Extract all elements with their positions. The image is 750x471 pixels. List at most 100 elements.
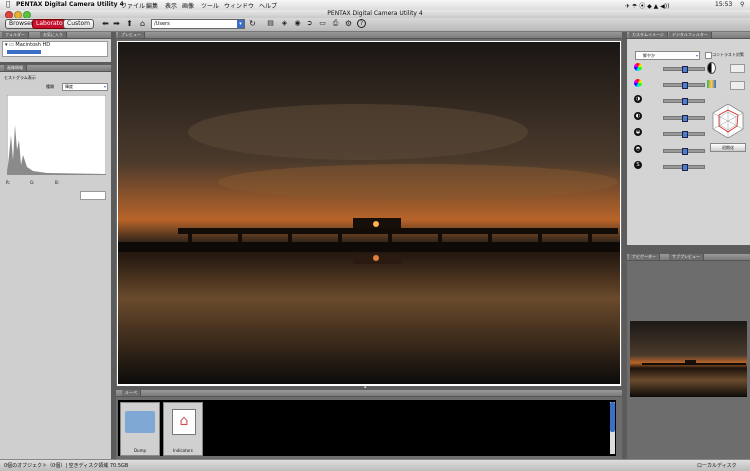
histogram-panel-header: 画像情報: [0, 65, 111, 72]
path-field[interactable]: /Users ▾: [151, 19, 245, 29]
settings-icon[interactable]: ⚙: [344, 19, 353, 28]
chevron-down-icon: ▾: [695, 53, 698, 58]
menu-window[interactable]: ウィンドウ: [224, 1, 254, 10]
status-icons: ✈ ☂ ⦿ ◆ ▲ ◀)): [625, 3, 670, 10]
shadow-slider[interactable]: [663, 148, 705, 155]
saturation-value[interactable]: [730, 64, 745, 73]
navigator-thumbnail[interactable]: [630, 321, 747, 397]
thumbnail-panel: ルーペ Dump ⌂ Indicators: [116, 390, 622, 459]
reset-button[interactable]: 初期化: [710, 143, 746, 152]
preset-value: 鮮やか: [643, 53, 655, 58]
menu-file[interactable]: ファイル: [121, 1, 145, 10]
print-icon[interactable]: ⎙: [331, 19, 340, 28]
contrast-icon: ◐: [634, 112, 642, 120]
highlight-slider[interactable]: [663, 131, 705, 138]
stat-g-label: G:: [30, 180, 35, 185]
window-title: PENTAX Digital Camera Utility 4: [327, 10, 423, 17]
folder-panel-header: フォルダー お気に入り: [0, 32, 111, 39]
folder-panel: フォルダー お気に入り ▾ ▭ Macintosh HD: [0, 32, 111, 62]
histogram-panel: 画像情報 ヒストグラム表示 種類 輝度 ▾ R: G: B:: [0, 65, 111, 459]
tab-favorites[interactable]: お気に入り: [40, 32, 67, 38]
window-titlebar: PENTAX Digital Camera Utility 4: [0, 10, 750, 18]
hue-knob[interactable]: [682, 82, 688, 89]
thumbnail-scrollbar[interactable]: [610, 402, 615, 454]
selected-folder[interactable]: [7, 50, 41, 54]
tab-loupe[interactable]: ルーペ: [122, 390, 141, 396]
tone-icon: [707, 62, 716, 74]
sharpness-slider[interactable]: [663, 164, 705, 171]
hue-slider[interactable]: [663, 82, 705, 89]
tab-folders[interactable]: フォルダー: [2, 32, 29, 38]
folder-tree: ▾ ▭ Macintosh HD: [2, 41, 108, 57]
hue-value[interactable]: [730, 81, 745, 90]
adjust-panel-header: カスタムイメージ デジタルフィルター: [627, 32, 750, 39]
color-bar-icon: [707, 80, 716, 88]
up-arrow-icon[interactable]: ⬆: [125, 19, 134, 28]
contrast-checkbox[interactable]: [705, 52, 712, 59]
next-icon[interactable]: ➲: [305, 19, 314, 28]
highlight-knob[interactable]: [682, 131, 688, 138]
color-swatch: [80, 191, 106, 200]
sharpness-knob[interactable]: [682, 164, 688, 171]
key-slider[interactable]: [663, 98, 705, 105]
stat-b-label: B:: [55, 180, 60, 185]
histogram-title: ヒストグラム表示: [4, 75, 36, 80]
navigator-panel-header: ナビゲーター サブプレビュー: [627, 254, 750, 261]
apple-icon[interactable]: : [6, 0, 10, 8]
radar-chart: [712, 103, 744, 139]
preset-select[interactable]: 鮮やか ▾: [635, 51, 700, 60]
menu-edit[interactable]: 編集: [146, 1, 158, 10]
home-icon[interactable]: ⌂: [138, 19, 147, 28]
folder-item-macintosh-hd[interactable]: ▾ ▭ Macintosh HD: [3, 42, 107, 48]
key-icon: ◑: [634, 95, 642, 103]
preview-panel-header: プレビュー: [116, 32, 622, 39]
tab-sub-preview[interactable]: サブプレビュー: [669, 254, 704, 260]
channel-label: 種類: [46, 84, 54, 89]
clock: 15:53: [715, 1, 733, 8]
tab-custom-image[interactable]: カスタムイメージ: [629, 32, 668, 38]
menu-image[interactable]: 画像: [182, 1, 194, 10]
thumbnail-label: Indicators: [173, 448, 193, 453]
rotate-right-icon[interactable]: ◉: [293, 19, 302, 28]
forward-arrow-icon[interactable]: ➡: [112, 19, 121, 28]
hue-icon: [634, 79, 642, 87]
back-arrow-icon[interactable]: ⬅: [101, 19, 110, 28]
help-icon[interactable]: ?: [357, 19, 366, 28]
menu-tools[interactable]: ツール: [201, 1, 219, 10]
path-dropdown-icon[interactable]: ▾: [237, 20, 244, 28]
shadow-knob[interactable]: [682, 148, 688, 155]
tab-digital-filter[interactable]: デジタルフィルター: [669, 32, 712, 38]
contrast-knob[interactable]: [682, 115, 688, 122]
rotate-left-icon[interactable]: ◈: [280, 19, 289, 28]
saturation-icon: [634, 63, 642, 71]
status-left: 0個のオブジェクト（0個）| 空きディスク領域 70.5GB: [4, 463, 129, 469]
adjust-panel: カスタムイメージ デジタルフィルター 鮮やか ▾ コントラスト対策 ◑ ◐ ◒ …: [627, 32, 750, 245]
navigator-panel: ナビゲーター サブプレビュー: [627, 254, 750, 459]
key-knob[interactable]: [682, 98, 688, 105]
stat-r-label: R:: [6, 180, 11, 185]
shadow-icon: ◓: [634, 145, 642, 153]
tab-image-info[interactable]: 画像情報: [4, 65, 27, 71]
thumbnail-dump[interactable]: Dump: [120, 402, 160, 456]
menu-view[interactable]: 表示: [165, 1, 177, 10]
spotlight-icon[interactable]: ⚲: [740, 1, 744, 8]
custom-mode-button[interactable]: Custom: [63, 19, 94, 29]
channel-select[interactable]: 輝度 ▾: [62, 83, 108, 91]
export-icon[interactable]: ▭: [318, 19, 327, 28]
folder-icon: [125, 411, 155, 433]
saturation-slider[interactable]: [663, 66, 705, 73]
contrast-slider[interactable]: [663, 115, 705, 122]
app-menu[interactable]: PENTAX Digital Camera Utility 4: [16, 1, 124, 8]
histogram-chart: [7, 95, 106, 175]
scrollbar-thumb[interactable]: [610, 402, 615, 432]
menu-help[interactable]: ヘルプ: [259, 1, 277, 10]
status-right: ローカルディスク: [697, 463, 737, 469]
tab-preview[interactable]: プレビュー: [118, 32, 145, 38]
refresh-icon[interactable]: ↻: [248, 19, 257, 28]
save-icon[interactable]: ▤: [266, 19, 275, 28]
home-folder-icon: ⌂: [172, 409, 196, 435]
preview-photo: [118, 42, 620, 384]
tab-navigator[interactable]: ナビゲーター: [629, 254, 660, 260]
saturation-knob[interactable]: [682, 66, 688, 73]
thumbnail-indicators[interactable]: ⌂ Indicators: [163, 402, 203, 456]
